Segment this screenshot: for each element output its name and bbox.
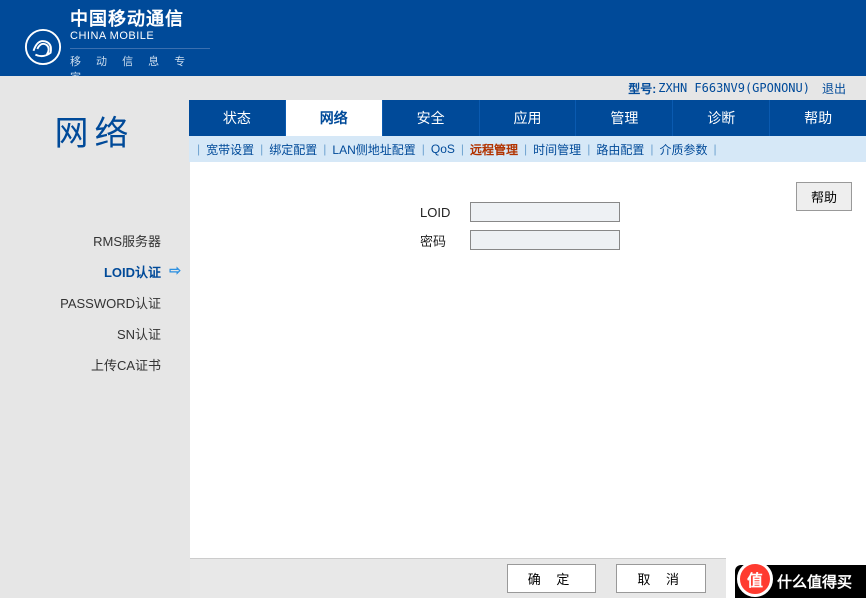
side-item-3[interactable]: SN认证 [0,318,189,349]
main-tab-3[interactable]: 应用 [480,100,577,136]
header: 中国移动通信 CHINA MOBILE 移 动 信 息 专 家 [0,0,866,76]
sub-tab-2[interactable]: LAN侧地址配置 [328,141,419,158]
loid-input[interactable] [470,202,620,222]
main-tabs: 状态网络安全应用管理诊断帮助 [189,100,866,136]
left-sidebar: 网络 RMS服务器LOID认证⇨PASSWORD认证SN认证上传CA证书 [0,76,189,598]
side-item-2[interactable]: PASSWORD认证 [0,287,189,318]
watermark-text: 什么值得买 [777,571,852,592]
sub-tab-7[interactable]: 介质参数 [655,141,711,158]
help-button[interactable]: 帮助 [796,182,852,211]
brand-logo: 中国移动通信 CHINA MOBILE 移 动 信 息 专 家 [24,10,210,85]
sub-sep: | [420,142,427,156]
sub-sep: | [459,142,466,156]
password-input[interactable] [470,230,620,250]
sub-tab-4[interactable]: 远程管理 [466,141,522,158]
content-area: 帮助 LOID 密码 确 定 取 消 [189,162,866,598]
main-tab-5[interactable]: 诊断 [673,100,770,136]
model-value: ZXHN F663NV9(GPONONU) [658,81,810,95]
sub-tab-6[interactable]: 路由配置 [592,141,648,158]
sub-sep: | [585,142,592,156]
loid-form: LOID 密码 [420,202,726,250]
sub-tab-1[interactable]: 绑定配置 [265,141,321,158]
watermark-badge-icon: 值 [737,561,773,597]
side-item-0[interactable]: RMS服务器 [0,225,189,256]
password-label: 密码 [420,231,470,250]
main-tab-4[interactable]: 管理 [576,100,673,136]
arrow-right-icon: ⇨ [169,262,181,279]
sub-tab-3[interactable]: QoS [427,142,459,156]
main-tab-2[interactable]: 安全 [383,100,480,136]
top-info-bar: 型号: ZXHN F663NV9(GPONONU) 退出 [189,76,866,100]
side-menu: RMS服务器LOID认证⇨PASSWORD认证SN认证上传CA证书 [0,225,189,380]
main-tab-6[interactable]: 帮助 [770,100,866,136]
cancel-button[interactable]: 取 消 [616,564,706,593]
sub-sep: | [648,142,655,156]
ok-button[interactable]: 确 定 [507,564,597,593]
sub-sep: | [195,142,202,156]
sub-tab-5[interactable]: 时间管理 [529,141,585,158]
footer-buttons: 确 定 取 消 [190,558,726,598]
brand-name-cn: 中国移动通信 [70,10,210,30]
sub-tabs: |宽带设置|绑定配置|LAN侧地址配置|QoS|远程管理|时间管理|路由配置|介… [189,136,866,162]
sub-sep: | [321,142,328,156]
main-tab-0[interactable]: 状态 [189,100,286,136]
china-mobile-icon [24,28,62,66]
watermark: 值 什么值得买 [735,565,866,598]
section-title: 网络 [0,76,189,175]
side-item-1[interactable]: LOID认证⇨ [0,256,189,287]
main-tab-1[interactable]: 网络 [286,100,383,136]
brand-name-en: CHINA MOBILE [70,30,210,42]
sub-tab-0[interactable]: 宽带设置 [202,141,258,158]
sub-sep: | [258,142,265,156]
side-item-4[interactable]: 上传CA证书 [0,349,189,380]
sub-sep: | [522,142,529,156]
loid-label: LOID [420,205,470,220]
sub-sep: | [711,142,718,156]
logout-link[interactable]: 退出 [822,80,846,97]
model-label: 型号: [628,80,656,97]
